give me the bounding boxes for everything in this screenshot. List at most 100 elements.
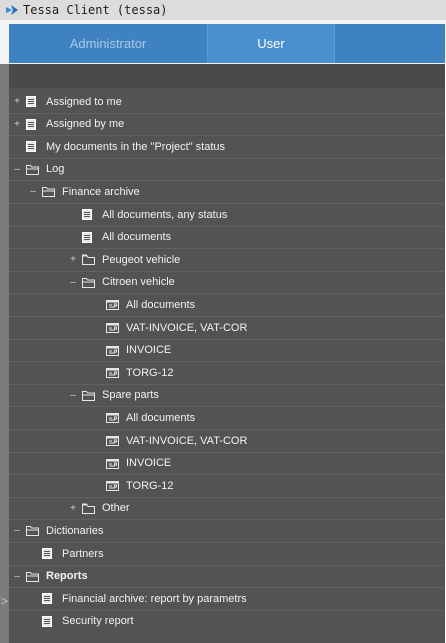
- tree-item[interactable]: – Log: [9, 158, 445, 181]
- row-divider: [9, 203, 445, 204]
- tree-item-label: Reports: [46, 570, 88, 583]
- tab-empty[interactable]: [335, 24, 445, 63]
- row-divider: [9, 587, 445, 589]
- tree-item-label: INVOICE: [126, 344, 172, 357]
- tree-item[interactable]: All documents: [9, 293, 445, 316]
- expand-icon[interactable]: +: [69, 503, 77, 514]
- tree-item-label: VAT-INVOICE, VAT-COR: [126, 321, 248, 334]
- expand-icon[interactable]: +: [69, 254, 77, 265]
- tree-item-label: All documents: [126, 411, 196, 424]
- expand-icon[interactable]: +: [13, 96, 21, 107]
- row-divider: [9, 270, 445, 272]
- tree-item-label: Log: [46, 163, 65, 176]
- collapse-icon[interactable]: –: [69, 390, 77, 401]
- folder-open-icon: [26, 570, 40, 582]
- window-title: Tessa Client (tessa): [23, 3, 168, 17]
- row-divider: [9, 564, 445, 566]
- row-divider: [9, 451, 445, 453]
- tessa-app-icon: [5, 3, 19, 17]
- tree-item[interactable]: + Other: [9, 497, 445, 520]
- tree-item[interactable]: – Spare parts: [9, 384, 445, 407]
- row-divider: [9, 157, 445, 159]
- folder-open-icon: [82, 276, 96, 288]
- collapse-icon[interactable]: –: [13, 525, 21, 536]
- tree-item-label: Other: [102, 502, 130, 515]
- row-divider: [9, 135, 445, 137]
- expand-icon[interactable]: +: [13, 119, 21, 130]
- tree-item[interactable]: All documents, any status: [9, 203, 445, 226]
- panel-toolbar: [9, 64, 445, 88]
- tree-item[interactable]: – Dictionaries: [9, 519, 445, 542]
- collapse-icon[interactable]: –: [69, 277, 77, 288]
- tree-item-label: My documents in the "Project" status: [46, 140, 225, 153]
- view-icon: [106, 457, 120, 469]
- document-icon: [82, 209, 96, 221]
- row-divider: [9, 248, 445, 250]
- document-icon: [42, 548, 56, 560]
- tree-item-label: Finance archive: [62, 185, 140, 198]
- view-icon: [106, 299, 120, 311]
- tree-item-label: TORG-12: [126, 479, 174, 492]
- tree-item-label: Financial archive: report by parametrs: [62, 592, 247, 605]
- tab-administrator[interactable]: Administrator: [9, 24, 207, 63]
- row-divider: [9, 338, 445, 340]
- tree-item-label: Peugeot vehicle: [102, 253, 181, 266]
- document-icon: [26, 96, 40, 108]
- tree-item[interactable]: INVOICE: [9, 452, 445, 475]
- row-divider: [9, 293, 445, 295]
- tree-item[interactable]: – Citroen vehicle: [9, 271, 445, 294]
- document-icon: [42, 615, 56, 627]
- tree-item[interactable]: Partners: [9, 542, 445, 565]
- tree-item[interactable]: All documents: [9, 226, 445, 249]
- tree-item[interactable]: Security report: [9, 610, 445, 633]
- tree-item-label: Assigned by me: [46, 118, 125, 131]
- row-divider: [9, 316, 445, 317]
- row-divider: [9, 406, 445, 408]
- tree-item-label: Spare parts: [102, 389, 159, 402]
- folder-open-icon: [82, 389, 96, 401]
- tree-item[interactable]: INVOICE: [9, 339, 445, 362]
- tree-item[interactable]: – Finance archive: [9, 180, 445, 203]
- tree-item[interactable]: + Assigned to me: [9, 90, 445, 113]
- tree-item[interactable]: VAT-INVOICE, VAT-COR: [9, 429, 445, 452]
- tree-item[interactable]: All documents: [9, 406, 445, 429]
- row-divider: [9, 542, 445, 543]
- row-divider: [9, 474, 445, 476]
- view-icon: [106, 322, 120, 334]
- tab-user[interactable]: User: [207, 24, 335, 63]
- document-icon: [26, 141, 40, 153]
- view-icon: [106, 435, 120, 447]
- tree-item-label: Assigned to me: [46, 95, 122, 108]
- tree-item[interactable]: TORG-12: [9, 361, 445, 384]
- document-icon: [42, 593, 56, 605]
- collapse-icon[interactable]: –: [29, 186, 37, 197]
- folder-icon: [82, 254, 96, 266]
- tree-item[interactable]: – Reports: [9, 565, 445, 588]
- tree-item[interactable]: TORG-12: [9, 474, 445, 497]
- tree-item[interactable]: VAT-INVOICE, VAT-COR: [9, 316, 445, 339]
- tree-item-label: INVOICE: [126, 457, 172, 470]
- chevron-right-icon[interactable]: >: [1, 594, 8, 608]
- collapse-rail[interactable]: >: [0, 64, 9, 643]
- tree-item-label: Partners: [62, 547, 104, 560]
- folder-open-icon: [26, 163, 40, 175]
- document-icon: [82, 231, 96, 243]
- tree-item[interactable]: Financial archive: report by parametrs: [9, 587, 445, 610]
- tree-item[interactable]: + Assigned by me: [9, 113, 445, 136]
- collapse-icon[interactable]: –: [13, 571, 21, 582]
- window-titlebar: Tessa Client (tessa): [0, 0, 446, 20]
- row-divider: [9, 609, 445, 611]
- tree-item-label: VAT-INVOICE, VAT-COR: [126, 434, 248, 447]
- folder-open-icon: [26, 525, 40, 537]
- folder-icon: [82, 502, 96, 514]
- tree-item-label: All documents: [102, 231, 172, 244]
- folder-open-icon: [42, 186, 56, 198]
- tree-item-label: TORG-12: [126, 366, 174, 379]
- collapse-icon[interactable]: –: [13, 164, 21, 175]
- tree-item-label: Dictionaries: [46, 524, 104, 537]
- tree-item[interactable]: My documents in the "Project" status: [9, 135, 445, 158]
- tree-item[interactable]: + Peugeot vehicle: [9, 248, 445, 271]
- row-divider: [9, 496, 445, 498]
- row-divider: [9, 361, 445, 363]
- tree-item-label: Citroen vehicle: [102, 276, 175, 289]
